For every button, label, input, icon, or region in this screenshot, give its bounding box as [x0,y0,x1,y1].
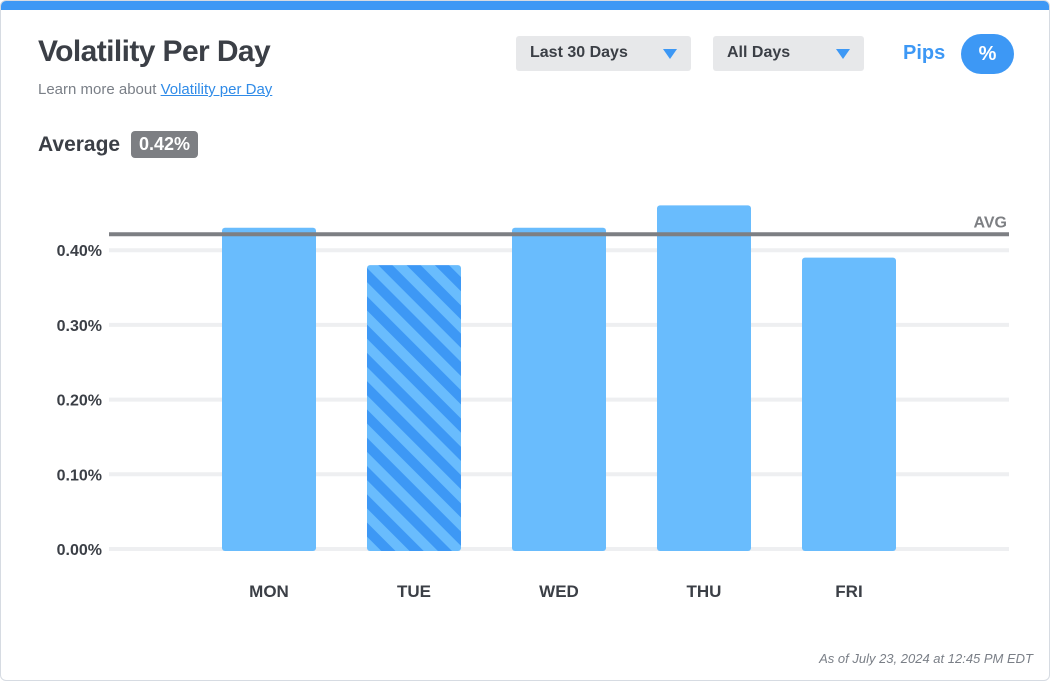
y-tick-label: 0.30% [57,318,102,335]
y-tick-label: 0.20% [57,393,102,410]
x-tick-label: FRI [835,582,862,601]
bar-fri[interactable] [802,257,896,551]
y-tick-label: 0.00% [57,542,102,559]
x-tick-label: THU [687,582,722,601]
average-line-label: AVG [974,214,1007,231]
bar-thu[interactable] [657,205,751,551]
x-tick-label: WED [539,582,579,601]
x-tick-label: MON [249,582,289,601]
volatility-card: Volatility Per Day Learn more about Vola… [0,0,1050,681]
y-tick-label: 0.40% [57,243,102,260]
y-tick-label: 0.10% [57,467,102,484]
bar-mon[interactable] [222,227,316,552]
volatility-bar-chart: AVG 0.00% 0.10% 0.20% 0.30% 0.40% MON TUE WED TH… [57,205,1009,601]
bar-tue[interactable] [367,265,461,551]
bar-wed[interactable] [512,227,606,552]
timestamp: As of July 23, 2024 at 12:45 PM EDT [819,651,1033,666]
x-tick-label: TUE [397,582,431,601]
